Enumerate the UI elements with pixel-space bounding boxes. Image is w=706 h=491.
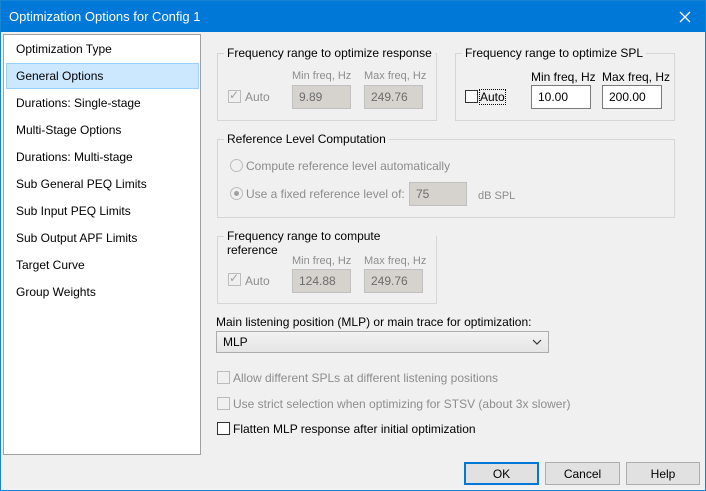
ref-level-fixed-label: Use a fixed reference level of: <box>246 187 405 201</box>
freq-response-min-input[interactable]: 9.89 <box>292 85 351 109</box>
mlp-label: Main listening position (MLP) or main tr… <box>216 315 532 329</box>
freq-reference-auto-label: Auto <box>245 274 270 288</box>
chevron-down-icon <box>532 339 542 345</box>
freq-spl-auto-label: Auto <box>479 89 506 105</box>
help-button[interactable]: Help <box>626 462 700 485</box>
cancel-button[interactable]: Cancel <box>545 462 620 485</box>
freq-response-title: Frequency range to optimize response <box>224 46 435 60</box>
freq-spl-group: Frequency range to optimize SPL Auto Min… <box>455 46 675 121</box>
ref-level-auto-label: Compute reference level automatically <box>246 159 451 173</box>
mlp-select-value: MLP <box>223 335 248 349</box>
general-options-panel: Frequency range to optimize response Aut… <box>204 34 704 455</box>
freq-reference-max-input[interactable]: 249.76 <box>364 269 423 293</box>
freq-response-group: Frequency range to optimize response Aut… <box>217 46 437 121</box>
sidebar-list: Optimization Type General Options Durati… <box>3 34 201 455</box>
flatten-mlp-label: Flatten MLP response after initial optim… <box>233 422 476 436</box>
freq-response-max-label: Max freq, Hz <box>364 70 427 82</box>
sidebar-item-durations-multi-stage[interactable]: Durations: Multi-stage <box>6 144 199 170</box>
ref-level-unit: dB SPL <box>478 190 516 202</box>
freq-reference-auto-checkbox[interactable] <box>228 271 241 286</box>
flatten-mlp-checkbox[interactable] <box>217 422 230 435</box>
freq-response-auto-checkbox[interactable] <box>228 88 241 103</box>
freq-spl-auto-checkbox[interactable] <box>465 90 478 103</box>
ref-level-value-input[interactable]: 75 <box>409 182 467 206</box>
freq-reference-group: Frequency range to compute reference Aut… <box>217 229 437 304</box>
sidebar-item-multi-stage-options[interactable]: Multi-Stage Options <box>6 117 199 143</box>
freq-reference-min-label: Min freq, Hz <box>292 255 352 267</box>
freq-spl-max-label: Max freq, Hz <box>602 70 671 84</box>
sidebar-item-general-options[interactable]: General Options <box>6 63 199 89</box>
sidebar-item-sub-input-peq-limits[interactable]: Sub Input PEQ Limits <box>6 198 199 224</box>
sidebar-item-durations-single-stage[interactable]: Durations: Single-stage <box>6 90 199 116</box>
sidebar-item-group-weights[interactable]: Group Weights <box>6 279 199 305</box>
ref-level-auto-radio[interactable] <box>230 159 243 172</box>
sidebar-item-sub-general-peq-limits[interactable]: Sub General PEQ Limits <box>6 171 199 197</box>
freq-spl-min-label: Min freq, Hz <box>531 70 596 84</box>
ref-level-title: Reference Level Computation <box>224 132 389 146</box>
ref-level-group: Reference Level Computation Compute refe… <box>217 132 675 218</box>
dialog-footer: OK Cancel Help <box>1 456 705 490</box>
ok-button[interactable]: OK <box>464 462 539 485</box>
freq-reference-max-label: Max freq, Hz <box>364 255 427 267</box>
dialog-window: Optimization Options for Config 1 Optimi… <box>0 0 706 491</box>
mlp-select[interactable]: MLP <box>216 331 549 353</box>
sidebar-item-optimization-type[interactable]: Optimization Type <box>6 36 199 62</box>
title-bar: Optimization Options for Config 1 <box>1 1 705 32</box>
freq-spl-max-input[interactable]: 200.00 <box>602 85 662 109</box>
close-button[interactable] <box>665 1 705 32</box>
freq-spl-title: Frequency range to optimize SPL <box>462 46 647 60</box>
sidebar-item-sub-output-apf-limits[interactable]: Sub Output APF Limits <box>6 225 199 251</box>
strict-selection-checkbox[interactable] <box>217 397 230 410</box>
freq-reference-title: Frequency range to compute reference <box>224 229 436 257</box>
freq-response-max-input[interactable]: 249.76 <box>364 85 423 109</box>
ref-level-fixed-radio[interactable] <box>230 187 243 200</box>
sidebar-item-target-curve[interactable]: Target Curve <box>6 252 199 278</box>
window-title: Optimization Options for Config 1 <box>9 9 201 24</box>
allow-different-spl-checkbox[interactable] <box>217 371 230 384</box>
freq-response-auto-label: Auto <box>245 90 270 104</box>
strict-selection-label: Use strict selection when optimizing for… <box>233 397 571 411</box>
freq-response-min-label: Min freq, Hz <box>292 70 352 82</box>
allow-different-spl-label: Allow different SPLs at different listen… <box>233 371 499 385</box>
freq-reference-min-input[interactable]: 124.88 <box>292 269 351 293</box>
close-icon <box>679 11 691 22</box>
freq-spl-min-input[interactable]: 10.00 <box>531 85 591 109</box>
